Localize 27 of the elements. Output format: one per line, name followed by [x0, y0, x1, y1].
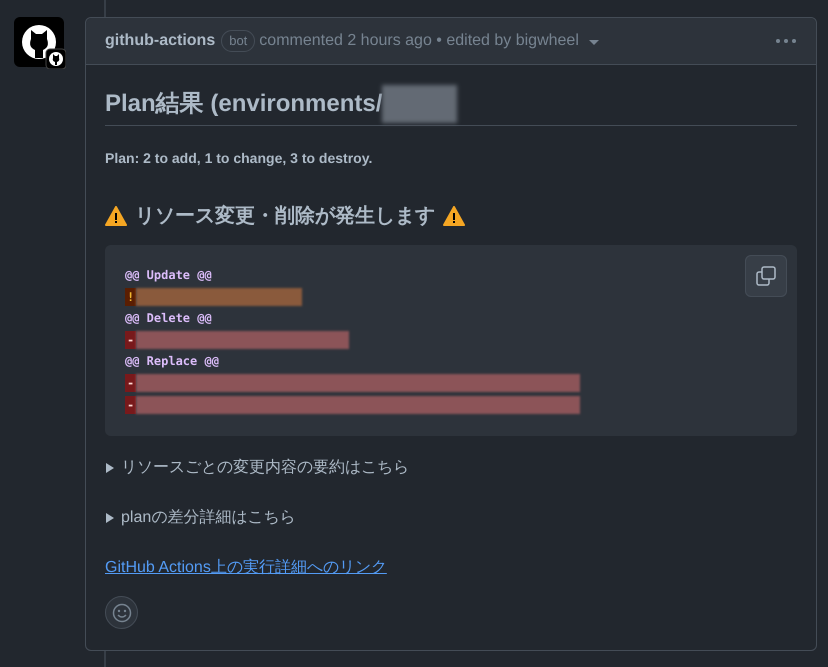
more-icon[interactable] — [776, 39, 796, 43]
avatar-icon[interactable] — [14, 17, 66, 69]
warning-icon — [105, 206, 127, 226]
details-summary[interactable]: planの差分詳細はこちら — [121, 506, 296, 530]
reaction-button[interactable] — [105, 596, 138, 629]
actions-link[interactable]: GitHub Actions上の実行詳細へのリンク — [105, 556, 387, 580]
warning-heading: リソース変更・削除が発生します — [135, 204, 435, 229]
smiley-icon — [112, 602, 132, 622]
copy-icon — [756, 266, 776, 286]
change-marker: ! — [125, 288, 136, 306]
bot-label: bot — [221, 30, 256, 52]
delete-marker: - — [125, 396, 136, 414]
hunk-header: @@ Update @@ — [125, 267, 212, 284]
comment-title: Plan結果 (environments/ — [105, 89, 382, 119]
delete-marker: - — [125, 374, 136, 392]
delete-marker: - — [125, 331, 136, 350]
author-link[interactable]: github-actions — [105, 29, 216, 53]
comment-meta: commented 2 hours ago • edited by bigwheel — [259, 31, 579, 51]
warning-icon — [443, 206, 465, 226]
details-summary[interactable]: リソースごとの変更内容の要約はこちら — [121, 456, 409, 480]
triangle-right-icon[interactable] — [105, 513, 115, 523]
plan-summary: Plan: 2 to add, 1 to change, 3 to destroy. — [105, 149, 374, 168]
hunk-header: @@ Replace @@ — [125, 353, 219, 370]
caret-icon[interactable] — [588, 40, 599, 46]
copy-button[interactable] — [745, 255, 787, 297]
triangle-right-icon[interactable] — [105, 463, 115, 473]
hunk-header: @@ Delete @@ — [125, 310, 212, 327]
